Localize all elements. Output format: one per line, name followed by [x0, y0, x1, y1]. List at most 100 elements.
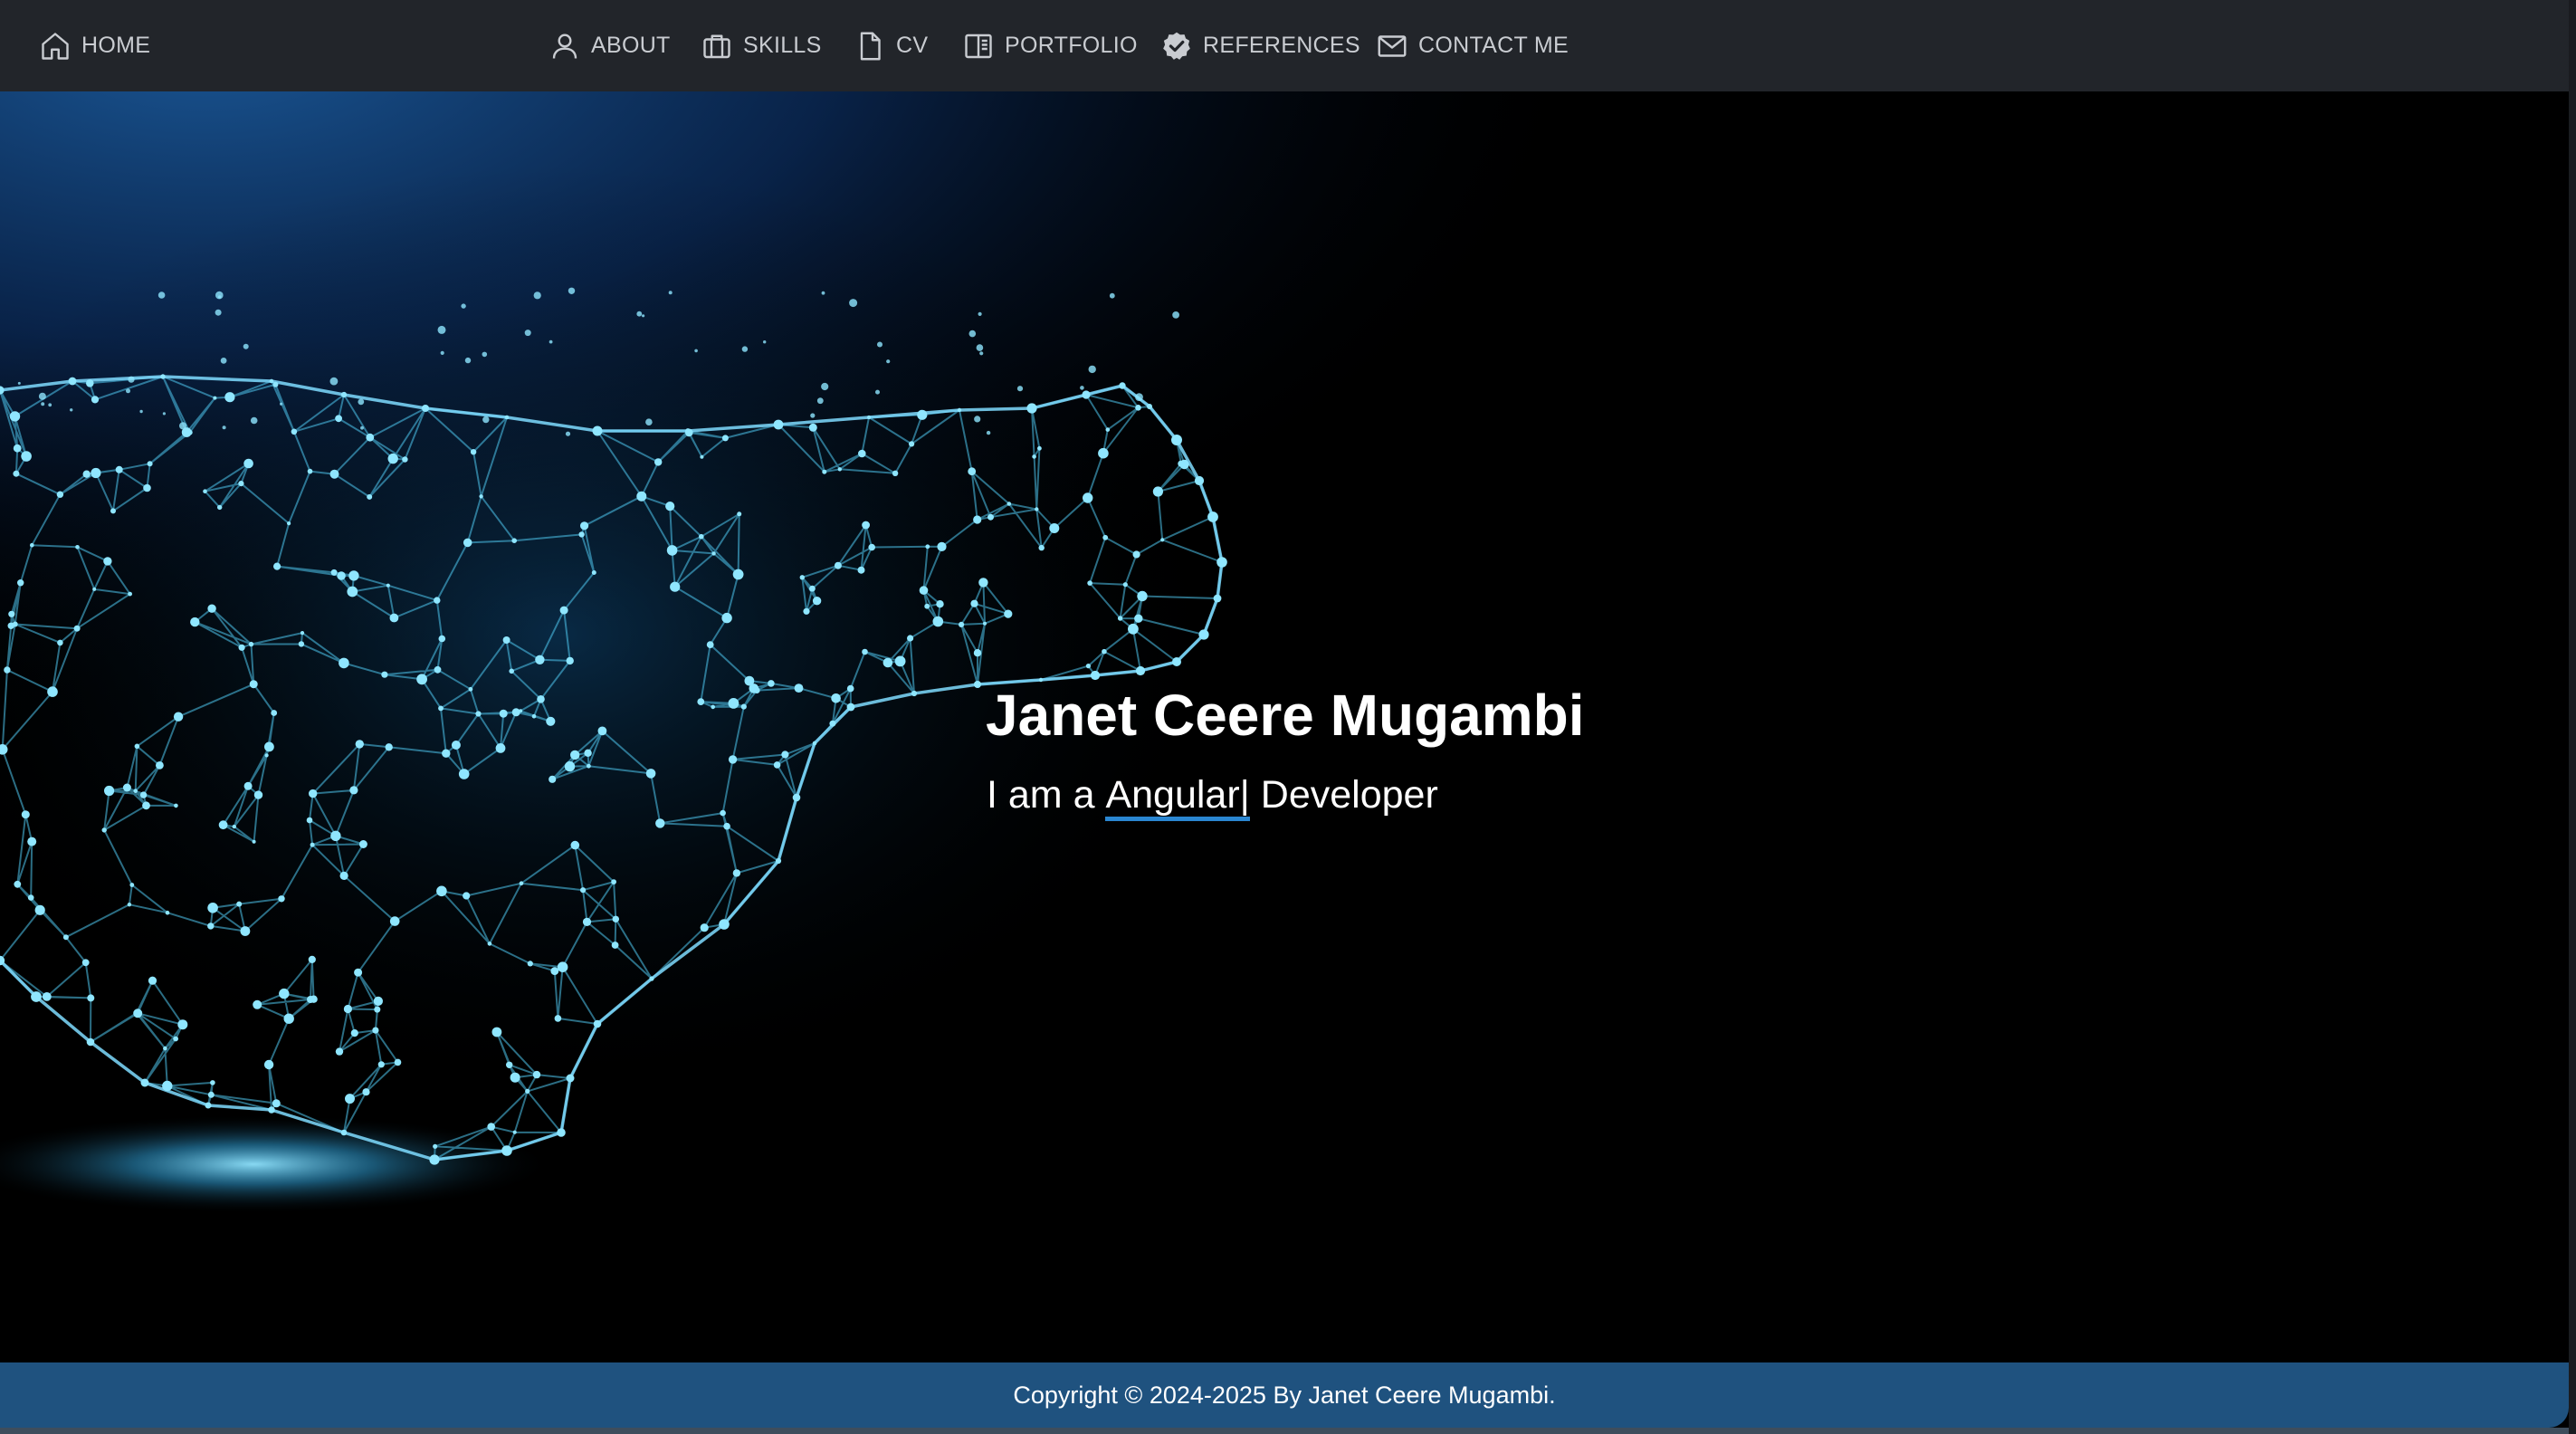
mesh-node	[374, 1006, 381, 1013]
mesh-node	[829, 720, 836, 727]
mesh-node	[578, 531, 585, 538]
mesh-node	[909, 441, 915, 447]
footer: Copyright © 2024-2025 By Janet Ceere Mug…	[0, 1362, 2569, 1428]
mesh-node	[57, 639, 63, 646]
mesh-node	[591, 570, 596, 575]
nav-portfolio-link[interactable]: PORTFOLIO	[962, 0, 1138, 91]
mesh-node	[273, 562, 281, 570]
mesh-node	[470, 449, 477, 455]
mesh-node	[519, 709, 523, 713]
mesh-node	[203, 489, 207, 493]
mesh-node	[611, 879, 616, 884]
particle	[250, 416, 258, 425]
mesh-node	[1083, 492, 1093, 503]
particle	[976, 344, 984, 351]
nav-references-link[interactable]: REFERENCES	[1160, 0, 1360, 91]
nav-about-link[interactable]: ABOUT	[549, 0, 671, 91]
mesh-node	[269, 378, 274, 384]
mesh-node	[773, 761, 781, 769]
mesh-node	[348, 570, 359, 581]
particle	[440, 350, 444, 355]
mesh-node	[386, 583, 390, 588]
mesh-node	[92, 587, 97, 591]
mesh-node	[837, 467, 842, 472]
mesh-node	[330, 830, 341, 841]
mesh-node	[894, 655, 906, 667]
mesh-node	[582, 917, 592, 927]
nav-contact-link[interactable]: CONTACT ME	[1376, 0, 1569, 91]
mesh-node	[645, 769, 656, 779]
mesh-node	[732, 569, 744, 580]
mesh-node	[794, 684, 804, 693]
mesh-node	[781, 750, 789, 759]
mesh-node	[808, 423, 817, 432]
mesh-node	[287, 521, 291, 526]
mesh-node	[389, 916, 400, 926]
mesh-node	[834, 561, 842, 569]
mesh-node	[728, 755, 738, 764]
nav-skills-link[interactable]: SKILLS	[701, 0, 822, 91]
particle	[482, 351, 488, 358]
mesh-node	[665, 502, 675, 511]
mesh-node	[13, 470, 20, 477]
mesh-node	[402, 456, 408, 463]
mesh-node	[862, 648, 868, 655]
mesh-node	[1087, 580, 1092, 586]
mesh-node	[458, 769, 470, 779]
mesh-node	[330, 569, 338, 576]
mesh-node	[1134, 614, 1143, 623]
mesh-node	[1122, 582, 1128, 588]
mesh-node	[1137, 590, 1148, 602]
mesh-node	[570, 840, 580, 850]
mesh-node	[337, 571, 346, 580]
mesh-node	[732, 869, 741, 877]
mesh-node	[248, 641, 254, 647]
particle	[126, 388, 130, 394]
particle	[139, 409, 143, 414]
mesh-node	[531, 713, 537, 719]
mesh-node	[309, 789, 318, 798]
particle	[1080, 386, 1084, 390]
mesh-node	[283, 1013, 294, 1024]
mesh-node	[1119, 382, 1126, 389]
mesh-node	[549, 775, 557, 783]
particle	[741, 346, 749, 352]
particle	[549, 339, 553, 344]
particle	[464, 357, 472, 364]
particle	[437, 325, 446, 334]
particle	[886, 359, 891, 364]
mesh-node	[298, 641, 305, 647]
particle	[128, 376, 135, 383]
mesh-node	[86, 379, 94, 387]
particle	[816, 397, 824, 405]
mesh-node	[340, 1129, 348, 1136]
mesh-node	[1160, 538, 1165, 542]
mesh-node	[366, 433, 375, 442]
mesh-node	[451, 741, 461, 750]
mesh-node	[224, 392, 235, 403]
mesh-node	[475, 711, 482, 717]
mesh-node	[442, 749, 451, 758]
mesh-node	[335, 1047, 344, 1056]
mesh-node	[711, 551, 716, 556]
nav-cv-link[interactable]: CV	[854, 0, 928, 91]
mesh-node	[34, 904, 45, 915]
mesh-node	[570, 750, 580, 760]
mesh-node	[509, 668, 514, 674]
mesh-node	[670, 581, 681, 592]
mesh-node	[122, 783, 131, 792]
mesh-node	[925, 544, 930, 550]
mesh-node	[115, 465, 123, 473]
mesh-node	[162, 1080, 173, 1092]
mesh-node	[278, 895, 285, 903]
mesh-node	[31, 991, 42, 1002]
mesh-node	[148, 976, 157, 985]
mesh-node	[377, 1061, 385, 1068]
nav-home-link[interactable]: HOME	[39, 0, 150, 91]
mesh-node	[831, 693, 841, 703]
mesh-node	[236, 901, 243, 907]
particle	[215, 291, 224, 300]
mesh-node	[532, 1070, 541, 1079]
mesh-node	[655, 818, 665, 828]
particle	[877, 341, 883, 348]
